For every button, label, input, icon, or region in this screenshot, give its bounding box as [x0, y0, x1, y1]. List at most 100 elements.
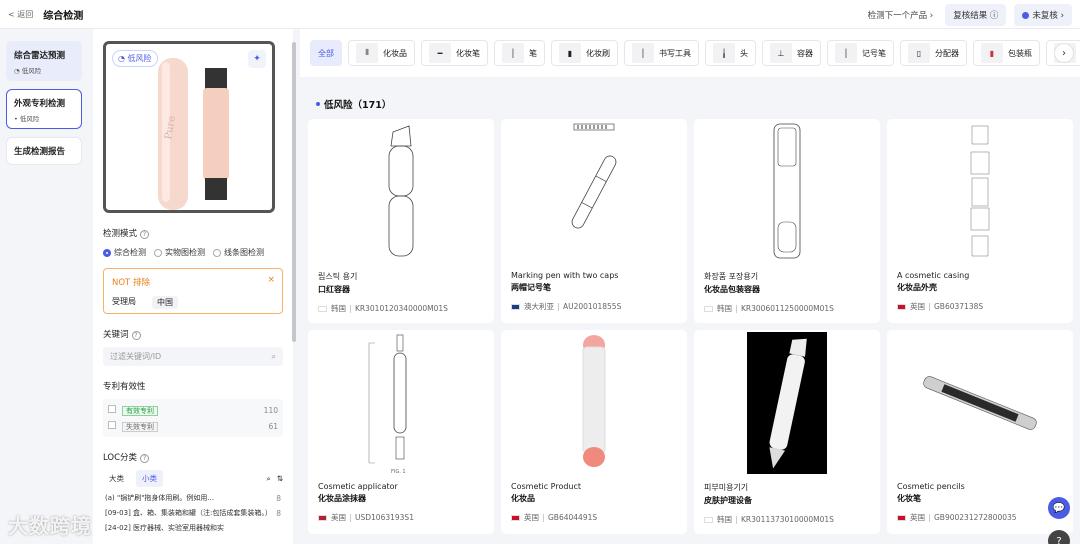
result-original-title: Cosmetic applicator [318, 482, 398, 491]
category-head[interactable]: ╽ 头 [705, 40, 756, 66]
search-icon[interactable]: ⌕ [272, 352, 276, 362]
result-info: Cosmetic pencils 化妆笔 英国 GB900231272800035 [887, 476, 1073, 529]
category-pen[interactable]: │ 笔 [494, 40, 545, 66]
nav-generate-report[interactable]: 生成检测报告 [6, 137, 82, 165]
validity-item-invalid[interactable]: 失效专利 61 [108, 418, 278, 434]
nav-design-patent[interactable]: 外观专利检测 • 低风险 [6, 89, 82, 129]
mode-radio-comprehensive[interactable]: 综合检测 [103, 247, 146, 258]
checkbox[interactable] [108, 404, 116, 413]
not-value-chip[interactable]: 中国 [152, 296, 178, 309]
validity-label: 专利有效性 [103, 382, 146, 392]
marker-drawing [571, 123, 617, 229]
back-link[interactable]: < 返回 [8, 9, 33, 20]
nav-radar-prediction[interactable]: 综合雷达预测 ◔ 低风险 [6, 41, 82, 81]
loc-tab-major[interactable]: 大类 [103, 470, 130, 487]
divider [543, 513, 544, 522]
help-icon[interactable]: ? [131, 331, 141, 340]
divider [558, 302, 559, 311]
magic-wand-icon[interactable]: ✦ [248, 50, 266, 68]
loc-item[interactable]: (a) "锅铲刷"拖身体用刷。例如用... 8 [103, 491, 283, 506]
category-thumb: ⫴ [356, 43, 378, 63]
chat-icon[interactable]: 💬 [1048, 497, 1070, 519]
category-bar: 全部 ⫴ 化妆品 ━ 化妆笔 │ 笔 ▮ 化妆刷 │ 书写工具 ╽ 头 ⊥ 容器 │ 记号笔 ▯… [300, 29, 1080, 77]
count: 8 [276, 509, 281, 518]
result-image: FIG. 1 [308, 330, 494, 476]
category-cosmetic-pen[interactable]: ━ 化妆笔 [421, 40, 488, 66]
result-meta: 英国 GB6037138S [897, 301, 1063, 312]
result-title: 化妆笔 [897, 494, 921, 503]
result-card[interactable]: Marking pen with two caps 两帽记号笔 澳大利亚 AU20… [501, 119, 687, 323]
nav-title: 生成检测报告 [14, 147, 66, 157]
category-label: 书写工具 [659, 48, 691, 58]
result-card[interactable]: FIG. 1 Cosmetic applicator 化妆品涂抹器 美国 USD1… [308, 330, 494, 534]
result-card[interactable]: 피부미용기기 皮肤护理设备 韩国 KR3011373010000M01S [694, 330, 880, 534]
result-original-title: Marking pen with two caps [511, 271, 619, 280]
category-cosmetics[interactable]: ⫴ 化妆品 [348, 40, 415, 66]
container-drawing [773, 123, 801, 259]
flag-us-icon [318, 514, 327, 521]
category-dispenser[interactable]: ▯ 分配器 [900, 40, 967, 66]
result-card[interactable]: Cosmetic pencils 化妆笔 英国 GB900231272800035 [887, 330, 1073, 534]
country: 韩国 [331, 304, 346, 313]
category-writing-tool[interactable]: │ 书写工具 [624, 40, 699, 66]
loc-label-text: LOC分类 [103, 453, 138, 463]
search-icon[interactable]: ⌕ [267, 474, 271, 484]
risk-tag: ◔ 低风险 [112, 50, 158, 67]
review-result-button[interactable]: 复核结果 ⓘ [945, 4, 1007, 26]
patent-id: KR3010120340000M01S [355, 304, 448, 313]
results-area: 低风险（171） 립스틱 용기 口红容器 韩国 KR3010120340000M0… [300, 77, 1080, 544]
result-original-title: 립스틱 용기 [318, 272, 358, 281]
next-product-link[interactable]: 检测下一个产品 › [868, 9, 934, 21]
result-meta: 韩国 KR3006011250000M01S [704, 303, 870, 314]
result-image [887, 119, 1073, 265]
close-icon[interactable]: × [267, 275, 275, 285]
category-thumb: ━ [429, 43, 451, 63]
result-image [501, 119, 687, 265]
loc-tab-minor[interactable]: 小类 [136, 470, 163, 487]
help-icon[interactable]: ? [140, 454, 150, 463]
flag-gb-icon [511, 514, 520, 521]
country: 英国 [910, 513, 925, 522]
category-marker[interactable]: │ 记号笔 [827, 40, 894, 66]
category-thumb: │ [632, 43, 654, 63]
category-all[interactable]: 全部 [310, 40, 342, 66]
result-card[interactable]: A cosmetic casing 化妆品外壳 英国 GB6037138S [887, 119, 1073, 323]
review-status-button[interactable]: 未复核 › [1014, 4, 1072, 26]
mode-radios: 综合检测 实物图检测 线条图检测 [103, 247, 283, 258]
category-bottle[interactable]: ▮ 包装瓶 [973, 40, 1040, 66]
divider [929, 513, 930, 522]
mode-radio-line[interactable]: 线条图检测 [213, 247, 264, 258]
mode-radio-photo[interactable]: 实物图检测 [154, 247, 205, 258]
top-bar: < 返回 综合检测 检测下一个产品 › 复核结果 ⓘ 未复核 › [0, 0, 1080, 29]
sort-icon[interactable]: ⇅ [277, 474, 283, 483]
chevron-right-icon[interactable]: › [1054, 43, 1074, 63]
flag-kr-icon [318, 305, 327, 312]
validity-item-valid[interactable]: 有效专利 110 [108, 402, 278, 418]
nav-sub: • 低风险 [14, 115, 40, 123]
results-heading: 低风险（171） [316, 97, 1072, 111]
casing-drawing [970, 125, 990, 257]
loc-item[interactable]: [24-02] 医疗器械、实验室用器械和实 [103, 521, 283, 536]
category-label: 笔 [529, 48, 537, 58]
loc-item[interactable]: [09-03] 盒、箱、集装箱和罐（注:包括成套集装箱。） 8 [103, 506, 283, 521]
result-card[interactable]: 립스틱 용기 口红容器 韩国 KR3010120340000M01S [308, 119, 494, 323]
divider [736, 515, 737, 524]
checkbox[interactable] [108, 420, 116, 429]
loc-label: LOC分类? [103, 451, 283, 463]
category-container[interactable]: ⊥ 容器 [762, 40, 821, 66]
result-card[interactable]: 화장품 포장용기 化妆品包装容器 韩国 KR3006011250000M01S [694, 119, 880, 323]
validity-list: 有效专利 110 失效专利 61 [103, 399, 283, 437]
country: 美国 [331, 513, 346, 522]
keyword-label-text: 关键词 [103, 330, 129, 340]
category-thumb: ▮ [559, 43, 581, 63]
results-grid: 립스틱 용기 口红容器 韩国 KR3010120340000M01S Markin… [308, 119, 1073, 534]
keyword-search-input[interactable]: 过滤关键词/ID ⌕ [103, 347, 283, 366]
category-thumb: ⊥ [770, 43, 792, 63]
panel-scrollbar[interactable] [292, 42, 296, 342]
help-icon[interactable]: ? [140, 230, 150, 239]
patent-id: USD1063193S1 [355, 513, 414, 522]
category-brush[interactable]: ▮ 化妆刷 [551, 40, 618, 66]
result-card[interactable]: Cosmetic Product 化妆品 英国 GB6404491S [501, 330, 687, 534]
patent-id: KR3006011250000M01S [741, 304, 834, 313]
radio-label: 线条图检测 [224, 248, 264, 257]
